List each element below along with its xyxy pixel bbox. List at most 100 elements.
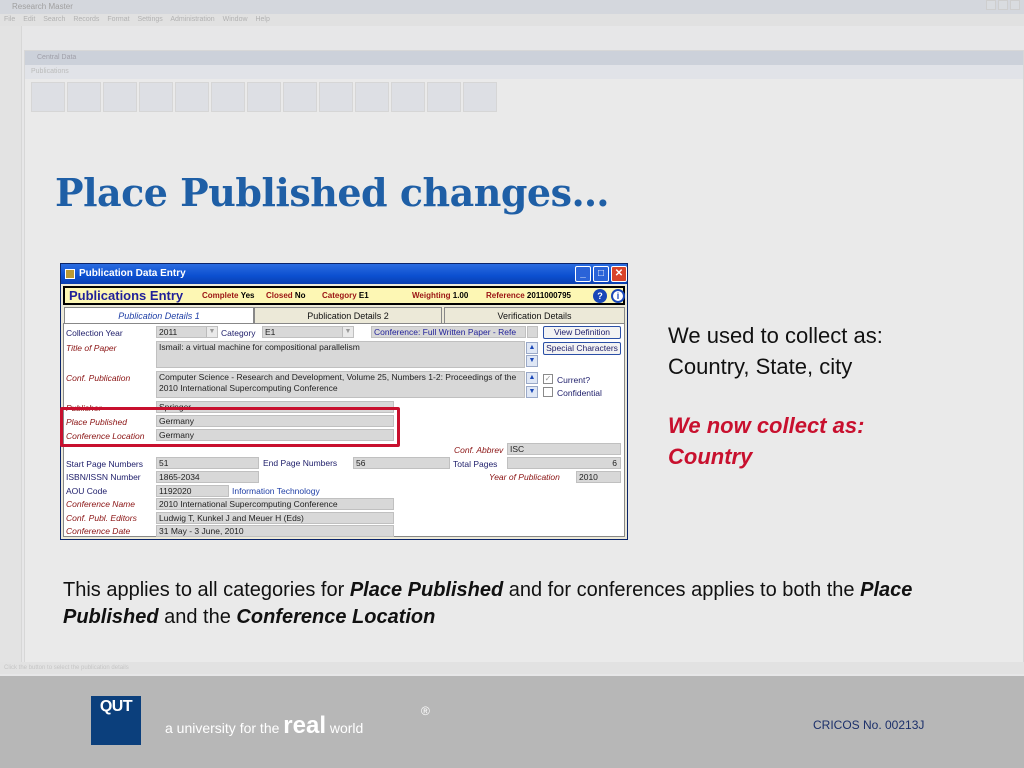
minimize-icon[interactable]: _ xyxy=(575,266,591,282)
category-description-field: Conference: Full Written Paper - Refe xyxy=(371,326,526,338)
conf-publication-field[interactable]: Computer Science - Research and Developm… xyxy=(156,371,525,398)
closed-status: Closed No xyxy=(266,291,306,300)
bg-thumbnail xyxy=(31,82,65,112)
tab-publication-details-2[interactable]: Publication Details 2 xyxy=(254,307,442,324)
bg-thumbnail xyxy=(103,82,137,112)
start-page-field[interactable]: 51 xyxy=(156,457,259,469)
bg-thumbnail xyxy=(319,82,353,112)
bg-maximize-icon xyxy=(998,0,1008,10)
info-icon[interactable]: i xyxy=(611,289,625,303)
category-status: Category E1 xyxy=(322,291,369,300)
applies-note: This applies to all categories for Place… xyxy=(63,579,913,628)
note-emphasis: Place Published xyxy=(349,579,504,601)
view-definition-button[interactable]: View Definition xyxy=(543,326,621,339)
chevron-down-icon: ▼ xyxy=(206,327,217,337)
collect-old-line1: We used to collect as: xyxy=(668,323,883,348)
tab-publication-details-1[interactable]: Publication Details 1 xyxy=(64,307,254,324)
title-of-paper-label: Title of Paper xyxy=(66,343,117,353)
bg-thumbnail xyxy=(391,82,425,112)
cricos-number: CRICOS No. 00213J xyxy=(813,718,925,732)
category-select[interactable]: E1 ▼ xyxy=(262,326,354,338)
confidential-checkbox-label: Confidential xyxy=(557,388,602,398)
isbn-field[interactable]: 1865-2034 xyxy=(156,471,259,483)
bg-left-toolbar xyxy=(0,26,22,666)
collection-year-select[interactable]: 2011 ▼ xyxy=(156,326,218,338)
scroll-up-icon[interactable]: ▲ xyxy=(526,342,538,354)
note-emphasis: Conference Location xyxy=(236,606,436,628)
collect-new-text: We now collect as: Country xyxy=(668,410,864,472)
help-icon[interactable]: ? xyxy=(593,289,607,303)
qut-logo: QUT xyxy=(91,696,141,745)
total-pages-label: Total Pages xyxy=(453,459,498,469)
title-of-paper-field[interactable]: Ismail: a virtual machine for compositio… xyxy=(156,341,525,368)
footer: QUT a university for the real world ® CR… xyxy=(0,676,1024,768)
scroll-up-icon[interactable]: ▲ xyxy=(526,372,538,384)
conf-abbrev-field[interactable]: ISC xyxy=(507,443,621,455)
scroll-down-icon[interactable]: ▼ xyxy=(526,355,538,367)
category-label: Category xyxy=(221,328,256,338)
conference-date-label: Conference Date xyxy=(66,526,131,536)
complete-status: Complete Yes xyxy=(202,291,255,300)
aou-code-field[interactable]: 1192020 xyxy=(156,485,229,497)
entry-header-bar: Publications Entry Complete Yes Closed N… xyxy=(63,286,625,305)
bg-thumbnail xyxy=(247,82,281,112)
publication-data-entry-dialog: Publication Data Entry _ □ ✕ Publication… xyxy=(60,263,628,540)
year-of-publication-label: Year of Publication xyxy=(489,472,560,482)
bg-inner-bar: Publications xyxy=(25,65,1023,79)
bg-minimize-icon xyxy=(986,0,996,10)
aou-code-label: AOU Code xyxy=(66,486,108,496)
end-page-field[interactable]: 56 xyxy=(353,457,450,469)
collect-old-text: We used to collect as: Country, State, c… xyxy=(668,320,883,382)
highlight-box xyxy=(60,407,400,447)
tagline: a university for the real world xyxy=(165,712,364,739)
collect-new-line2: Country xyxy=(668,444,753,469)
bg-thumbnail xyxy=(67,82,101,112)
bg-menu-bar: File Edit Search Records Format Settings… xyxy=(0,14,1024,26)
aou-description: Information Technology xyxy=(232,486,320,496)
bg-thumbnail xyxy=(283,82,317,112)
conf-publ-editors-label: Conf. Publ. Editors xyxy=(66,513,137,523)
tab-verification-details[interactable]: Verification Details xyxy=(444,307,625,324)
bg-inner-title: Central Data xyxy=(25,51,1023,65)
conference-name-label: Conference Name xyxy=(66,499,135,509)
bg-thumbnail xyxy=(175,82,209,112)
dialog-title: Publication Data Entry xyxy=(79,268,186,279)
bg-status-bar: Click the button to select the publicati… xyxy=(0,662,1024,674)
bg-thumbnail xyxy=(139,82,173,112)
conference-date-field[interactable]: 31 May - 3 June, 2010 xyxy=(156,525,394,537)
conf-publ-editors-field[interactable]: Ludwig T, Kunkel J and Meuer H (Eds) xyxy=(156,512,394,524)
end-page-label: End Page Numbers xyxy=(263,458,338,468)
special-characters-button[interactable]: Special Characters xyxy=(543,342,621,355)
isbn-label: ISBN/ISSN Number xyxy=(66,472,141,482)
reference-status: Reference 2011000795 xyxy=(486,291,571,300)
category-description-scroll[interactable] xyxy=(527,326,538,338)
maximize-icon[interactable]: □ xyxy=(593,266,609,282)
chevron-down-icon: ▼ xyxy=(342,327,353,337)
conf-abbrev-label: Conf. Abbrev xyxy=(454,445,504,455)
collection-year-label: Collection Year xyxy=(66,328,123,338)
scroll-down-icon[interactable]: ▼ xyxy=(526,386,538,398)
confidential-checkbox[interactable] xyxy=(543,387,553,397)
weighting-status: Weighting 1.00 xyxy=(412,291,469,300)
conference-name-field[interactable]: 2010 International Supercomputing Confer… xyxy=(156,498,394,510)
app-icon xyxy=(65,269,75,279)
collect-new-line1: We now collect as: xyxy=(668,413,865,438)
bg-window-title: Research Master xyxy=(0,0,1024,14)
start-page-label: Start Page Numbers xyxy=(66,459,144,469)
current-checkbox-label: Current? xyxy=(557,375,591,385)
conf-publication-label: Conf. Publication xyxy=(66,373,131,383)
bg-thumbnail xyxy=(355,82,389,112)
total-pages-field[interactable]: 6 xyxy=(507,457,621,469)
current-checkbox[interactable]: ✓ xyxy=(543,374,553,384)
slide-title: Place Published changes… xyxy=(55,170,609,215)
bg-close-icon xyxy=(1010,0,1020,10)
close-icon[interactable]: ✕ xyxy=(611,266,627,282)
collect-old-line2: Country, State, city xyxy=(668,354,853,379)
year-of-publication-field[interactable]: 2010 xyxy=(576,471,621,483)
registered-mark: ® xyxy=(421,704,430,718)
bg-thumbnail-row xyxy=(25,79,1023,115)
dialog-titlebar: Publication Data Entry _ □ ✕ xyxy=(61,264,627,284)
bg-thumbnail xyxy=(463,82,497,112)
bg-thumbnail xyxy=(427,82,461,112)
bg-thumbnail xyxy=(211,82,245,112)
